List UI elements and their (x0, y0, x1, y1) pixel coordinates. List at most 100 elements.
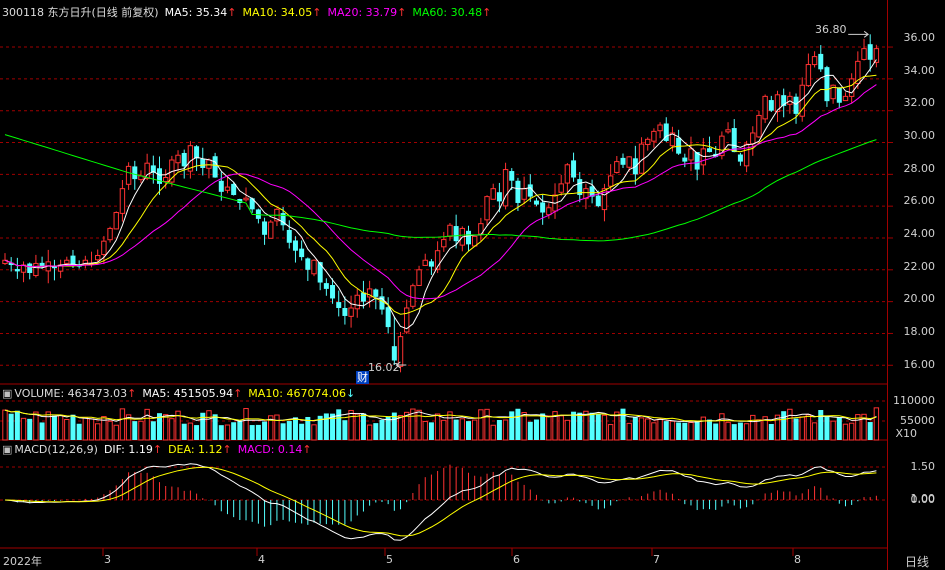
volume-bar-down (342, 420, 348, 440)
candle-body-up (842, 95, 849, 102)
volume-bar-down (150, 421, 156, 440)
volume-bar-up (434, 413, 441, 441)
axis-divider (887, 0, 888, 570)
finance-report-marker[interactable]: 财 (356, 371, 369, 384)
candle-body-down (336, 302, 342, 308)
candle-body-up (688, 148, 694, 161)
volume-bar-up (416, 409, 422, 441)
candle-body-up (805, 64, 812, 87)
volume-ma5-label: MA5: 451505.94 (142, 387, 234, 400)
volume-bar-down (181, 423, 187, 440)
candle-body-up (645, 138, 651, 145)
volume-bar-up (725, 421, 731, 441)
arrow-up-icon: ↑ (152, 443, 163, 456)
ma5-label: MA5: 35.34 (164, 6, 228, 19)
volume-bar-down (453, 419, 459, 440)
volume-bar-up (601, 414, 608, 441)
candle-body-down (682, 157, 688, 162)
candle-body-down (385, 307, 391, 328)
candle-body-down (824, 67, 830, 102)
volume-bar-up (521, 412, 527, 441)
stock-title[interactable]: 300118 东方日升(日线 前复权) (2, 6, 159, 19)
macd-tick: 0.00 (910, 493, 936, 506)
candle-body-up (144, 162, 150, 179)
volume-bar-down (694, 420, 700, 440)
volume-bar-down (379, 419, 385, 440)
candle-body-down (818, 53, 824, 70)
volume-bar-up (33, 411, 39, 441)
volume-bar-up (478, 409, 484, 441)
volume-bar-down (781, 411, 787, 440)
volume-bar-down (299, 423, 305, 440)
candle-body-up (558, 183, 564, 193)
candle-body-down (27, 263, 33, 273)
candle-body-up (657, 124, 663, 132)
volume-bar-down (527, 421, 533, 440)
volume-bar-down (836, 417, 842, 440)
volume-bar-down (632, 417, 638, 440)
volume-bar-down (428, 422, 434, 440)
volume-bar-up (546, 415, 552, 441)
candle-body-down (305, 258, 311, 270)
arrow-up-icon: ↑ (222, 443, 232, 456)
volume-header: ▣ VOLUME: 463473.03↑ MA5: 451505.94↑ MA10: … (2, 387, 361, 401)
volume-bar-up (688, 421, 694, 441)
candle-body-down (731, 128, 737, 153)
ma60-label: MA60: 30.48 (412, 6, 483, 19)
period-button[interactable]: 日线 (905, 553, 929, 570)
volume-bar-up (558, 415, 564, 441)
candle-body-down (867, 44, 873, 60)
macd-menu-icon[interactable]: ▣ (2, 443, 12, 456)
candle-body-down (323, 283, 329, 289)
candle-body-down (793, 96, 799, 114)
candle-body-up (626, 156, 632, 168)
stock-chart-canvas[interactable] (0, 0, 945, 570)
candle-body-down (299, 248, 305, 258)
price-tick: 16.00 (903, 358, 936, 371)
candle-body-down (466, 230, 471, 245)
candle-body-up (224, 186, 231, 191)
volume-bar-up (119, 408, 126, 441)
volume-bar-down (571, 411, 577, 440)
date-label: 8 (794, 553, 801, 566)
candle-body-down (707, 148, 713, 153)
arrow-up-icon: ↑ (302, 443, 312, 456)
volume-ma10-line (4, 409, 877, 422)
volume-bar-down (707, 419, 713, 440)
volume-bar-up (95, 423, 101, 441)
volume-bar-down (793, 418, 799, 440)
macd-value-label: MACD: 0.14 (237, 443, 303, 456)
candle-body-down (342, 308, 348, 316)
volume-bar-up (57, 414, 64, 441)
volume-bar-up (107, 420, 113, 441)
volume-bar-up (743, 423, 750, 441)
candle-body-down (620, 157, 626, 165)
volume-menu-icon[interactable]: ▣ (2, 387, 12, 400)
volume-bar-up (799, 416, 805, 441)
volume-bar-down (731, 424, 737, 440)
candle-body-up (607, 175, 614, 187)
candle-body-down (428, 261, 434, 267)
volume-bar-up (607, 424, 614, 441)
volume-label: VOLUME: 463473.03 (14, 387, 128, 400)
volume-bar-down (70, 414, 76, 440)
candle-body-down (330, 285, 336, 299)
candle-body-up (162, 177, 169, 183)
volume-bar-up (719, 413, 725, 441)
volume-bar-down (373, 423, 379, 440)
volume-bar-down (385, 416, 391, 440)
volume-bar-up (651, 422, 657, 441)
volume-bar-up (638, 417, 645, 441)
high-arrow-icon (848, 30, 870, 38)
candle-body-up (354, 294, 360, 310)
volume-bar-up (144, 408, 150, 441)
price-tick: 22.00 (903, 260, 936, 273)
date-label: 3 (104, 553, 111, 566)
candle-body-down (218, 180, 224, 192)
volume-bar-up (657, 418, 663, 441)
candle-body-up (119, 188, 126, 214)
volume-unit-label: X10 (895, 427, 917, 440)
date-label: 4 (258, 553, 265, 566)
volume-bar-up (88, 418, 95, 441)
volume-bar-down (663, 421, 669, 440)
